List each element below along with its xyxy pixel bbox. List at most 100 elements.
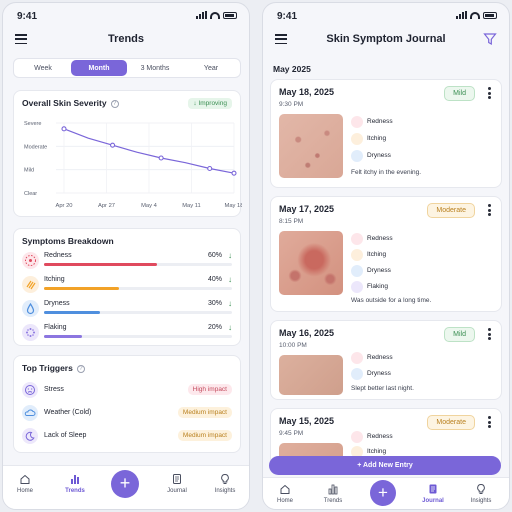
itching-icon xyxy=(351,249,363,261)
tab-journal[interactable]: Journal xyxy=(157,473,197,494)
down-arrow-icon: ↓ xyxy=(228,299,232,308)
journal-icon xyxy=(429,484,437,494)
skin-photo[interactable] xyxy=(279,114,343,178)
symptom-row-dryness: Dryness 30% ↓ xyxy=(22,299,232,320)
trigger-row[interactable]: Weather (Cold) Medium impact xyxy=(22,405,232,423)
x-tick-label: Apr 27 xyxy=(98,203,115,209)
trends-screen: 9:41 Trends Week Month 3 Months Year Ove… xyxy=(2,2,250,510)
tab-home[interactable]: Home xyxy=(5,473,45,494)
impact-badge: High impact xyxy=(187,384,232,395)
symptom-name: Itching xyxy=(44,276,65,283)
add-new-entry-button[interactable]: + Add New Entry xyxy=(269,456,501,475)
impact-badge: Medium impact xyxy=(177,430,232,441)
symptoms-title: Symptoms Breakdown xyxy=(22,236,114,246)
droplet-icon xyxy=(351,265,363,277)
x-tick-label: May 11 xyxy=(182,203,201,209)
journal-entry[interactable]: May 16, 2025 10:00 PM Mild Redness Dryne… xyxy=(270,320,502,400)
symptom-bar-fill xyxy=(44,311,101,314)
journal-screen: 9:41 Skin Symptom Journal May 2025 May 1… xyxy=(262,2,510,510)
period-month[interactable]: Month xyxy=(71,60,127,76)
tab-trends[interactable]: Trends xyxy=(313,483,353,504)
filter-icon[interactable] xyxy=(483,32,497,46)
period-3-months[interactable]: 3 Months xyxy=(127,60,183,76)
redness-icon xyxy=(351,352,363,364)
more-options-icon[interactable] xyxy=(488,87,492,99)
redness-icon xyxy=(351,233,363,245)
entry-time: 8:15 PM xyxy=(279,218,304,225)
entry-date: May 16, 2025 xyxy=(279,328,335,338)
severity-card: Overall Skin Severity? ↓ Improving Sever… xyxy=(13,90,242,217)
y-tick-label: Severe xyxy=(24,121,41,127)
entry-symptom: Redness xyxy=(351,116,393,128)
status-time: 9:41 xyxy=(277,11,298,22)
journal-entry[interactable]: May 18, 2025 9:30 PM Mild Redness Itchin… xyxy=(270,79,502,188)
entry-note: Slept better last night. xyxy=(351,385,414,392)
x-tick-label: Apr 20 xyxy=(55,203,72,209)
tab-label: Journal xyxy=(167,488,187,494)
tab-trends[interactable]: Trends xyxy=(55,473,95,494)
trigger-name: Stress xyxy=(44,386,64,393)
entry-symptom: Dryness xyxy=(351,265,391,277)
journal-entry[interactable]: May 17, 2025 8:15 PM Moderate Redness It… xyxy=(270,196,502,312)
help-icon[interactable]: ? xyxy=(110,99,119,108)
entry-symptom-label: Redness xyxy=(367,118,393,125)
symptom-name: Flaking xyxy=(44,324,67,331)
tab-journal[interactable]: Journal xyxy=(413,483,453,504)
droplet-icon xyxy=(351,150,363,162)
period-year[interactable]: Year xyxy=(183,60,239,76)
page-title: Trends xyxy=(107,33,145,45)
entry-time: 9:45 PM xyxy=(279,430,304,437)
more-options-icon[interactable] xyxy=(488,328,492,340)
trigger-name: Lack of Sleep xyxy=(44,432,87,439)
month-heading: May 2025 xyxy=(273,64,311,74)
tab-insights[interactable]: Insights xyxy=(205,473,245,494)
symptom-bar xyxy=(44,311,232,314)
severity-point xyxy=(231,170,237,176)
entry-symptom-label: Dryness xyxy=(367,370,391,377)
add-entry-fab[interactable]: + xyxy=(111,470,139,498)
x-tick-label: May 4 xyxy=(141,203,158,209)
symptom-bar xyxy=(44,263,232,266)
severity-badge: Mild xyxy=(444,86,475,101)
more-options-icon[interactable] xyxy=(488,416,492,428)
droplet-icon xyxy=(351,368,363,380)
severity-title-text: Overall Skin Severity xyxy=(22,98,107,108)
status-bar: 9:41 xyxy=(3,3,249,29)
severity-point xyxy=(158,155,164,161)
redness-icon xyxy=(351,431,363,443)
down-arrow-icon: ↓ xyxy=(228,275,232,284)
stress-face-icon xyxy=(22,382,38,398)
period-week[interactable]: Week xyxy=(15,60,71,76)
cloud-icon xyxy=(22,405,38,421)
entry-symptom-label: Redness xyxy=(367,433,393,440)
symptoms-card: Symptoms Breakdown Redness 60% ↓ Itching… xyxy=(13,228,241,346)
symptom-bar-fill xyxy=(44,263,157,266)
triggers-card: Top Triggers? Stress High impact Weather… xyxy=(13,355,241,453)
help-icon[interactable]: ? xyxy=(76,364,85,373)
flaking-icon xyxy=(22,324,39,341)
tab-insights[interactable]: Insights xyxy=(461,483,501,504)
signal-icon xyxy=(456,11,467,19)
impact-badge: Medium impact xyxy=(177,407,232,418)
wifi-icon xyxy=(470,11,480,19)
symptom-row-itching: Itching 40% ↓ xyxy=(22,275,232,296)
battery-icon xyxy=(483,11,497,19)
entry-note: Was outside for a long time. xyxy=(351,297,432,304)
entry-note: Felt itchy in the evening. xyxy=(351,169,422,176)
header: Skin Symptom Journal xyxy=(263,29,509,51)
skin-photo[interactable] xyxy=(279,231,343,295)
severity-point xyxy=(207,165,213,172)
tab-home[interactable]: Home xyxy=(265,483,305,504)
more-options-icon[interactable] xyxy=(488,204,492,216)
symptom-pct: 30% xyxy=(207,300,222,307)
add-entry-fab[interactable]: + xyxy=(370,480,396,506)
skin-photo[interactable] xyxy=(279,355,343,395)
period-selector: Week Month 3 Months Year xyxy=(13,58,241,78)
symptom-name: Redness xyxy=(44,252,72,259)
severity-badge: Moderate xyxy=(427,203,475,218)
trigger-row[interactable]: Stress High impact xyxy=(22,382,232,400)
status-bar: 9:41 xyxy=(263,3,509,29)
entry-symptom: Flaking xyxy=(351,281,388,293)
symptom-pct: 40% xyxy=(207,276,222,283)
trigger-row[interactable]: Lack of Sleep Medium impact xyxy=(22,428,232,446)
